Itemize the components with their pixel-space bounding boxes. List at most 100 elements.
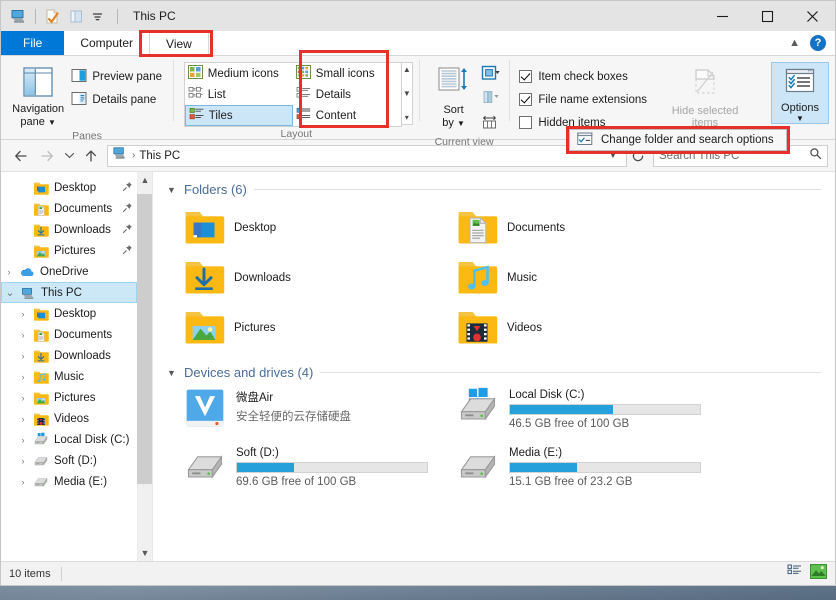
ribbon-tabs-right[interactable]: ▲ ? (789, 31, 835, 55)
chevron-up-icon[interactable]: ▲ (789, 37, 800, 49)
file-name-extensions-checkbox[interactable]: File name extensions (519, 89, 647, 110)
large-icons-view-icon[interactable] (810, 563, 827, 584)
details-pane-button[interactable]: Details pane (69, 89, 167, 110)
options-button[interactable]: Options ▼ (771, 62, 830, 124)
minimize-button[interactable] (700, 1, 745, 31)
collapse-triangle-icon-drives[interactable]: ▼ (167, 368, 177, 378)
pin-icon[interactable] (122, 223, 133, 237)
nav-item-pictures[interactable]: Pictures (1, 240, 137, 261)
navigation-tree[interactable]: Desktop Documents Downloads Pictures › O… (1, 172, 137, 561)
tab-file[interactable]: File (1, 31, 65, 55)
recent-locations-button[interactable] (60, 143, 78, 169)
scrollbar-thumb[interactable] (137, 194, 152, 484)
size-columns-to-fit-button[interactable] (479, 114, 503, 135)
drives-group-header[interactable]: ▼ Devices and drives (4) (167, 365, 821, 380)
gallery-scroll-down-icon[interactable]: ▼ (403, 89, 411, 98)
nav-item-desktop[interactable]: › Desktop (1, 303, 137, 324)
folders-group-header[interactable]: ▼ Folders (6) (167, 182, 821, 197)
help-icon[interactable]: ? (810, 35, 826, 51)
back-button[interactable] (8, 143, 34, 169)
checkbox-icon-hidden-items[interactable] (519, 116, 533, 129)
gallery-expand-icon[interactable]: ▾ (405, 113, 409, 122)
checkbox-icon-item-check-boxes[interactable] (519, 70, 533, 83)
drive-tile[interactable]: Media (E:) 15.1 GB free of 23.2 GB (456, 444, 711, 502)
properties-icon[interactable] (43, 7, 62, 26)
nav-item-pictures[interactable]: › Pictures (1, 387, 137, 408)
checkbox-icon-file-name-extensions[interactable] (519, 93, 533, 106)
pin-icon[interactable] (122, 244, 133, 258)
address-bar-right[interactable]: ▼ (604, 150, 622, 161)
nav-item-this-pc[interactable]: ⌄ This PC (1, 282, 137, 303)
drive-tile[interactable]: Local Disk (C:) 46.5 GB free of 100 GB (456, 386, 711, 444)
caret-down-icon[interactable]: ▼ (48, 118, 56, 127)
gallery-scroll-up-icon[interactable]: ▲ (403, 65, 411, 74)
pin-icon[interactable] (122, 202, 133, 216)
collapse-triangle-icon-folders[interactable]: ▼ (167, 185, 177, 195)
item-check-boxes-checkbox[interactable]: Item check boxes (519, 66, 647, 87)
expand-chevron-icon[interactable]: › (15, 372, 31, 382)
expand-chevron-icon[interactable]: › (15, 477, 31, 487)
drives-tile-grid[interactable]: 微盘Air 安全轻便的云存储硬盘 Local Disk (C:) 46.5 GB f… (183, 386, 835, 502)
address-dropdown-icon[interactable]: ▼ (604, 150, 622, 161)
details-view-icon[interactable] (787, 564, 803, 583)
folder-tile[interactable]: Desktop (183, 203, 438, 253)
layout-list[interactable]: List (185, 84, 293, 105)
layout-small-icons[interactable]: Small icons (293, 63, 401, 84)
expand-chevron-icon[interactable]: › (1, 267, 17, 277)
caret-down-icon-sort[interactable]: ▼ (457, 119, 465, 128)
expand-chevron-icon[interactable]: › (15, 435, 31, 445)
nav-item-downloads[interactable]: › Downloads (1, 345, 137, 366)
customize-quick-access-dropdown[interactable] (91, 7, 110, 26)
folders-tile-grid[interactable]: Desktop Documents Downloads Music Pictur… (183, 203, 835, 353)
window-controls[interactable] (700, 1, 835, 31)
add-columns-button[interactable] (479, 64, 503, 85)
expand-chevron-icon[interactable]: › (15, 309, 31, 319)
options-caret-down-icon[interactable]: ▼ (796, 115, 804, 123)
folder-tile[interactable]: Pictures (183, 303, 438, 353)
drive-tile[interactable]: Soft (D:) 69.6 GB free of 100 GB (183, 444, 438, 502)
nav-item-music[interactable]: › Music (1, 366, 137, 387)
up-button[interactable] (78, 143, 104, 169)
address-bar[interactable]: › This PC ▼ (107, 144, 627, 167)
sort-by-button[interactable]: Sort by ▼ (429, 62, 479, 130)
expand-chevron-icon[interactable]: ⌄ (2, 286, 18, 299)
pin-icon[interactable] (122, 181, 133, 195)
new-folder-icon[interactable] (67, 7, 86, 26)
maximize-button[interactable] (745, 1, 790, 31)
nav-item-documents[interactable]: › Documents (1, 324, 137, 345)
breadcrumb-this-pc[interactable]: This PC (139, 150, 180, 162)
nav-item-local-disk-c[interactable]: › Local Disk (C:) (1, 429, 137, 450)
view-mode-buttons[interactable] (787, 563, 827, 584)
nav-item-media-e[interactable]: › Media (E:) (1, 471, 137, 492)
tab-view[interactable]: View (149, 31, 209, 56)
folder-tile[interactable]: Documents (456, 203, 711, 253)
nav-item-desktop[interactable]: Desktop (1, 177, 137, 198)
navigation-scrollbar[interactable]: ▲ ▼ (137, 172, 152, 561)
file-list-area[interactable]: ▼ Folders (6) Desktop Documents Download… (153, 172, 835, 561)
nav-item-onedrive[interactable]: › OneDrive (1, 261, 137, 282)
forward-button[interactable] (34, 143, 60, 169)
search-icon[interactable] (809, 147, 822, 165)
quick-access-toolbar[interactable]: This PC (1, 1, 176, 31)
layout-gallery-scroll[interactable]: ▲ ▼ ▾ (401, 62, 413, 125)
folder-tile[interactable]: Videos (456, 303, 711, 353)
computer-icon[interactable] (9, 7, 28, 26)
layout-medium-icons[interactable]: Medium icons (185, 63, 293, 84)
tab-computer[interactable]: Computer (64, 31, 149, 55)
scroll-up-icon[interactable]: ▲ (141, 172, 150, 188)
expand-chevron-icon[interactable]: › (15, 393, 31, 403)
folder-tile[interactable]: Downloads (183, 253, 438, 303)
close-button[interactable] (790, 1, 835, 31)
ribbon-tabs[interactable]: File Computer View ▲ ? (1, 31, 835, 56)
scroll-down-icon[interactable]: ▼ (141, 545, 150, 561)
folder-tile[interactable]: Music (456, 253, 711, 303)
drive-tile[interactable]: 微盘Air 安全轻便的云存储硬盘 (183, 386, 438, 444)
layout-tiles[interactable]: Tiles (184, 105, 293, 126)
expand-chevron-icon[interactable]: › (15, 414, 31, 424)
nav-item-documents[interactable]: Documents (1, 198, 137, 219)
nav-item-soft-d[interactable]: › Soft (D:) (1, 450, 137, 471)
nav-item-videos[interactable]: › Videos (1, 408, 137, 429)
layout-details[interactable]: Details (293, 84, 401, 105)
expand-chevron-icon[interactable]: › (15, 456, 31, 466)
expand-chevron-icon[interactable]: › (15, 330, 31, 340)
